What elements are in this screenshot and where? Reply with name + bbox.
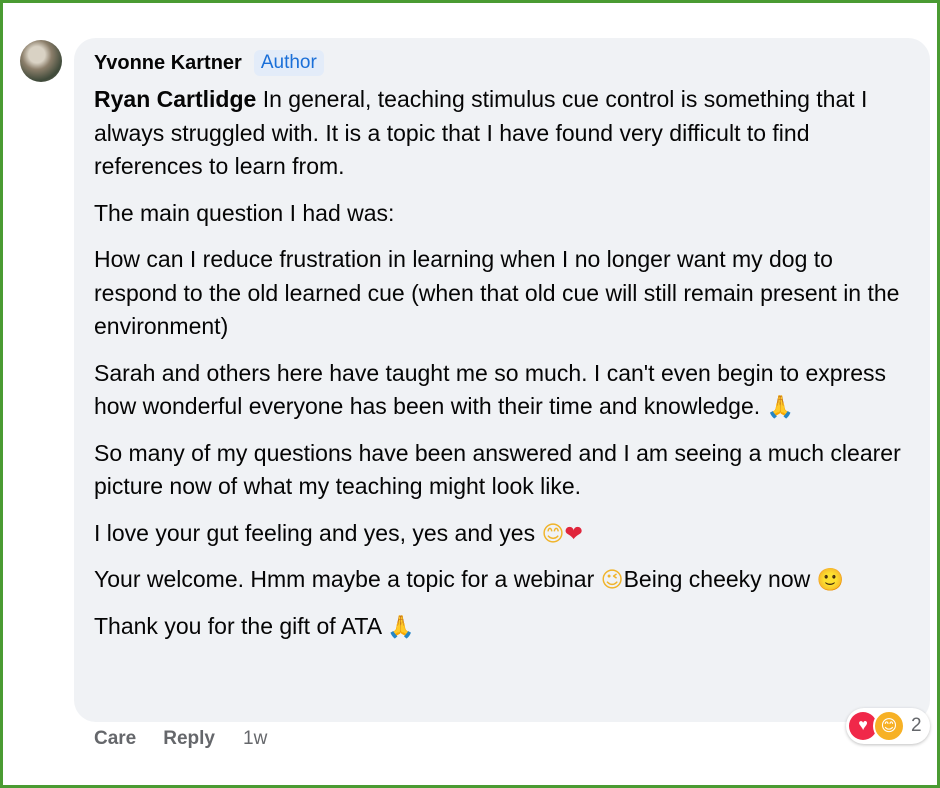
paragraph-text: I love your gut feeling and yes, yes and…	[94, 519, 542, 546]
paragraph-text: So many of my questions have been answer…	[94, 439, 901, 500]
paragraph-text: Your welcome. Hmm maybe a topic for a we…	[94, 566, 601, 592]
blush-emoji-icon: 😊	[541, 520, 565, 546]
comment-header: Yvonne Kartner Author	[94, 50, 324, 76]
comment-actions: Care Reply 1w	[94, 728, 267, 750]
paragraph-text: The main question I had was:	[94, 199, 395, 226]
mention-link[interactable]: Ryan Cartlidge	[94, 86, 256, 112]
author-name[interactable]: Yvonne Kartner	[94, 52, 242, 75]
comment-paragraph: The main question I had was:	[94, 197, 914, 231]
paragraph-text-after: Being cheeky now	[623, 566, 817, 592]
paragraph-text: How can I reduce frustration in learning…	[94, 246, 900, 339]
avatar[interactable]	[20, 40, 62, 82]
pray-emoji-icon: 🙏	[387, 613, 415, 639]
wink-emoji-icon: 😉	[600, 567, 624, 592]
comment-paragraph: How can I reduce frustration in learning…	[94, 243, 914, 344]
reactions-summary[interactable]: ♥ 😊 2	[846, 708, 930, 744]
paragraph-text: Thank you for the gift of ATA	[94, 612, 388, 639]
pray-emoji-icon: 🙏	[766, 394, 794, 419]
reaction-count: 2	[911, 715, 922, 736]
reply-button[interactable]: Reply	[163, 728, 215, 750]
comment-paragraph: Ryan Cartlidge In general, teaching stim…	[94, 83, 914, 184]
comment-body: Ryan Cartlidge In general, teaching stim…	[94, 83, 914, 656]
comment-paragraph: I love your gut feeling and yes, yes and…	[94, 517, 914, 551]
care-button[interactable]: Care	[94, 728, 136, 750]
heart-emoji-icon: ❤	[564, 520, 583, 546]
care-icon: 😊	[873, 710, 905, 742]
comment-paragraph: Thank you for the gift of ATA 🙏	[94, 610, 914, 644]
comment-paragraph: Your welcome. Hmm maybe a topic for a we…	[94, 563, 914, 597]
comment-paragraph: So many of my questions have been answer…	[94, 437, 914, 504]
smile-emoji-icon: 🙂	[816, 567, 845, 592]
timestamp[interactable]: 1w	[243, 728, 267, 750]
comment-paragraph: Sarah and others here have taught me so …	[94, 357, 914, 424]
author-badge: Author	[253, 50, 324, 76]
